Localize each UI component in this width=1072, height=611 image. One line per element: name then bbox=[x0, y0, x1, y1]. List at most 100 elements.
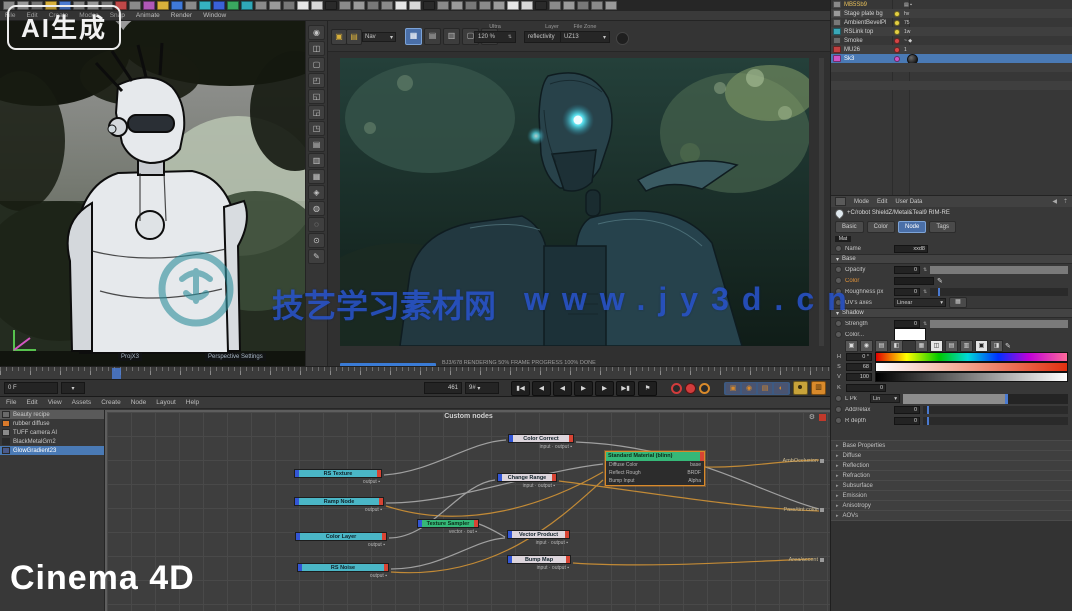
node-menu-item[interactable]: Create bbox=[101, 399, 121, 406]
object-row[interactable]: Smoke ~ ◆ bbox=[831, 36, 1072, 45]
object-row[interactable]: MB5Sb9▤ ▪ bbox=[831, 0, 1072, 9]
graph-output-port[interactable]: Area/accent bbox=[789, 557, 824, 563]
display-mode-button[interactable]: ▦ bbox=[405, 28, 422, 45]
toolbar-icon[interactable] bbox=[353, 1, 365, 10]
section-shadow[interactable]: ▾Shadow bbox=[831, 308, 1072, 318]
node-standard-material[interactable]: Standard Material (blinn) Diffuse Colorb… bbox=[605, 451, 705, 486]
node-change-range[interactable]: Change Rangeinput · output ▪ bbox=[497, 473, 557, 489]
toolbar-icon[interactable] bbox=[339, 1, 351, 10]
hsv-value[interactable]: 100 bbox=[846, 373, 872, 381]
object-name[interactable]: RSLink top bbox=[844, 29, 873, 35]
viewport-left[interactable]: ProjX3 Perspective Settings bbox=[0, 21, 305, 366]
timeline-dropdown[interactable]: ▾ bbox=[61, 382, 85, 394]
playback-button[interactable]: ◀ bbox=[553, 381, 572, 396]
node-wire[interactable] bbox=[479, 524, 505, 537]
display-mode-button[interactable]: ▤ bbox=[424, 28, 441, 45]
toolbar-icon[interactable] bbox=[493, 1, 505, 10]
viewport-tool-icon[interactable]: ⊙ bbox=[308, 233, 325, 248]
swatch-mode-icon[interactable]: ◫ bbox=[930, 340, 943, 352]
playback-button[interactable]: ◀ bbox=[532, 381, 551, 396]
toolbar-icon[interactable] bbox=[381, 1, 393, 10]
node-menu-item[interactable]: Layout bbox=[156, 399, 176, 406]
gear-icon[interactable]: ⚙ bbox=[809, 413, 815, 421]
node-menu-item[interactable]: View bbox=[48, 399, 62, 406]
toolbar-icon[interactable] bbox=[171, 1, 183, 10]
graph-output-port[interactable]: AmbOcclusion bbox=[783, 458, 824, 464]
layer-color-dot[interactable] bbox=[894, 38, 900, 44]
name-input[interactable]: xxd8 bbox=[894, 245, 928, 253]
toolbar-icon[interactable] bbox=[157, 1, 169, 10]
open-folder-icon[interactable]: ▣ bbox=[331, 29, 347, 45]
toolbar-icon[interactable] bbox=[227, 1, 239, 10]
material-name-row[interactable]: +C/robot ShieldZ/Metal&Teal9 RIM-RE bbox=[831, 207, 1072, 219]
node-menu-item[interactable]: Help bbox=[186, 399, 199, 406]
toolbar-icon[interactable] bbox=[395, 1, 407, 10]
object-row[interactable]: MU261 bbox=[831, 45, 1072, 54]
toolbar-icon[interactable] bbox=[255, 1, 267, 10]
node-wire[interactable] bbox=[384, 440, 506, 475]
node-menu-item[interactable]: Assets bbox=[72, 399, 92, 406]
zoom-value[interactable]: 120 %⇅ bbox=[474, 31, 516, 43]
hsv-value[interactable]: 68 bbox=[846, 363, 872, 371]
layer-color-dot[interactable] bbox=[894, 29, 900, 35]
toolbar-icon[interactable] bbox=[451, 1, 463, 10]
k-value[interactable]: 0 bbox=[846, 384, 886, 392]
toolbar-icon[interactable] bbox=[563, 1, 575, 10]
toolbar-icon[interactable] bbox=[283, 1, 295, 10]
layer-color-dot[interactable] bbox=[894, 47, 900, 53]
accordion-section[interactable]: ▸Refraction bbox=[831, 470, 1072, 480]
mix-slider[interactable] bbox=[903, 394, 1068, 404]
material-list-item[interactable]: rubber diffuse bbox=[0, 419, 104, 428]
node-editor-canvas[interactable]: Custom nodes ⚙ Standard Material (blinn)… bbox=[105, 410, 830, 611]
accordion-section[interactable]: ▸Reflection bbox=[831, 460, 1072, 470]
opacity-slider[interactable] bbox=[930, 266, 1068, 274]
section-base[interactable]: ▾Base bbox=[831, 254, 1072, 264]
node-bump-map[interactable]: Bump Mapinput · output ▪ bbox=[507, 555, 571, 571]
viewport-tool-icon[interactable]: ◱ bbox=[308, 89, 325, 104]
record-active-button[interactable] bbox=[685, 383, 696, 394]
toolbar-icon[interactable] bbox=[465, 1, 477, 10]
frame-rate-dropdown[interactable]: 9# ▾ bbox=[465, 382, 499, 394]
accordion-section[interactable]: ▸Subsurface bbox=[831, 480, 1072, 490]
object-tag-icon[interactable]: ▤ ▪ bbox=[904, 2, 912, 8]
hsv-gradient-bar[interactable] bbox=[875, 352, 1068, 362]
viewport-tool-icon[interactable]: ◫ bbox=[308, 41, 325, 56]
uv-dropdown[interactable]: Linear▾ bbox=[894, 298, 946, 307]
swatch-mode-icon[interactable]: ▣ bbox=[975, 340, 988, 352]
node-wire[interactable] bbox=[391, 538, 505, 569]
node-texture-sampler[interactable]: Texture Samplervector · out ▪ bbox=[417, 519, 479, 535]
accordion-section[interactable]: ▸Anisotropy bbox=[831, 500, 1072, 510]
object-row[interactable]: RSLink top 1w bbox=[831, 27, 1072, 36]
swatch-mode-icon[interactable]: ◨ bbox=[990, 340, 1003, 352]
swatch-mode-icon[interactable]: ▤ bbox=[945, 340, 958, 352]
object-name[interactable]: Smoke bbox=[844, 38, 863, 44]
panel-nav-icon[interactable]: ◀ bbox=[1052, 198, 1057, 205]
roughness-slider[interactable] bbox=[930, 288, 1068, 296]
key-icon[interactable] bbox=[793, 381, 808, 395]
swatch-mode-icon[interactable]: ▤ bbox=[875, 340, 888, 352]
save-image-icon[interactable]: ▤ bbox=[346, 29, 362, 45]
attribute-menu-item[interactable]: Edit bbox=[877, 199, 887, 205]
layer-color-dot[interactable] bbox=[894, 11, 900, 17]
hsv-value[interactable]: 0 ° bbox=[846, 353, 872, 361]
node-wire[interactable] bbox=[386, 464, 603, 503]
layer-color-dot[interactable] bbox=[894, 56, 900, 62]
toolbar-icon[interactable] bbox=[143, 1, 155, 10]
node-color-layer[interactable]: Color Layeroutput ▪ bbox=[295, 532, 387, 548]
object-tag-icon[interactable]: ~ ◆ bbox=[904, 38, 912, 44]
swatch-mode-icon[interactable]: ◧ bbox=[890, 340, 903, 352]
node-color-correct[interactable]: Color Correctinput · output ▪ bbox=[508, 434, 574, 450]
playback-button[interactable]: ▶ bbox=[574, 381, 593, 396]
node-wire[interactable] bbox=[386, 472, 603, 516]
playback-button[interactable]: ▶ bbox=[595, 381, 614, 396]
object-name[interactable]: Stage plate bg bbox=[844, 11, 883, 17]
viewport-tool-icon[interactable]: ▢ bbox=[308, 57, 325, 72]
display-mode-button[interactable]: ▥ bbox=[443, 28, 460, 45]
object-tag-icon[interactable]: 1w bbox=[904, 29, 910, 35]
roughness-value[interactable]: 0 bbox=[894, 288, 920, 296]
toolbar-icon[interactable] bbox=[549, 1, 561, 10]
keying-toggle-button[interactable]: ◐ bbox=[774, 383, 788, 394]
viewport-tool-icon[interactable]: ◌ bbox=[308, 217, 325, 232]
attribute-tab[interactable]: Basic bbox=[835, 221, 864, 233]
toolbar-icon[interactable] bbox=[269, 1, 281, 10]
